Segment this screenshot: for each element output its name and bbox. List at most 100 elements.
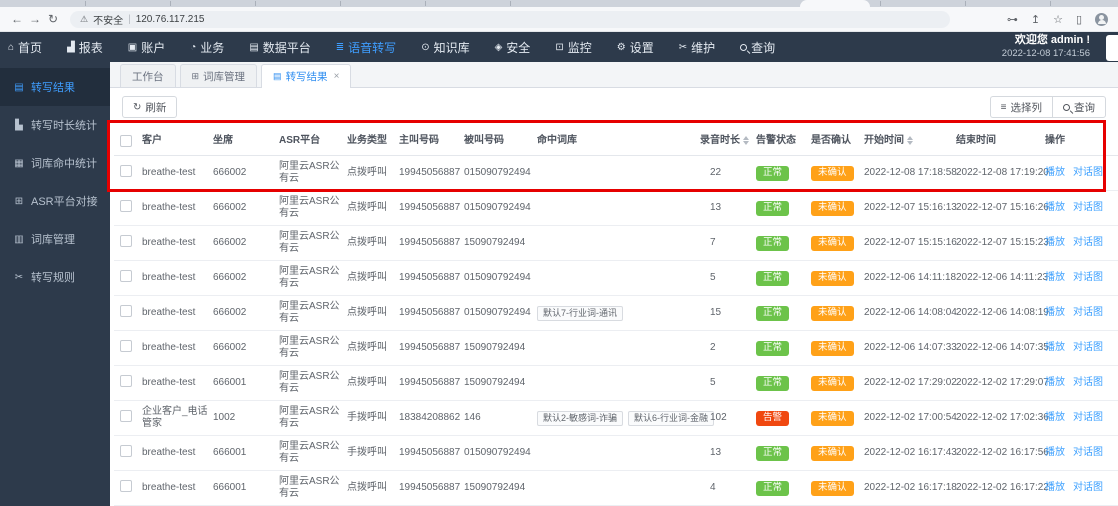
home-icon: ⌂ <box>8 41 15 53</box>
row-checkbox[interactable] <box>120 340 132 352</box>
dialog-chart-link[interactable]: 对话图 <box>1073 482 1103 493</box>
column-header: 客户 <box>142 134 162 146</box>
sidebar-item-asr-platform-connect[interactable]: ⊞ ASR平台对接 <box>0 182 110 220</box>
caller-cell: 19945056887 <box>399 342 461 353</box>
knowledge-icon: ⊙ <box>421 41 430 53</box>
column-header[interactable]: 录音时长 <box>700 135 756 147</box>
nav-item-home[interactable]: ⌂ 首页 <box>8 39 42 56</box>
sort-caret-icon[interactable] <box>743 136 749 145</box>
sidebar-item-transcribe-rule[interactable]: ✂ 转写规则 <box>0 258 110 296</box>
side-panel-icon[interactable]: ▯ <box>1076 13 1082 26</box>
column-header[interactable]: 开始时间 <box>864 135 956 147</box>
row-checkbox[interactable] <box>120 410 132 422</box>
dialog-chart-link[interactable]: 对话图 <box>1073 447 1103 458</box>
dialog-chart-link[interactable]: 对话图 <box>1073 307 1103 318</box>
nav-item-report[interactable]: ▟ 报表 <box>67 39 103 56</box>
dialog-chart-link[interactable]: 对话图 <box>1073 377 1103 388</box>
sidebar-item-transcribe-duration-stats[interactable]: ▙ 转写时长统计 <box>0 106 110 144</box>
nav-item-knowledge[interactable]: ⊙ 知识库 <box>421 39 469 56</box>
lexicon-tag: 默认2-敏感词-诈骗 <box>537 410 623 426</box>
nav-item-monitor[interactable]: ⊡ 监控 <box>555 39 591 56</box>
play-link[interactable]: 播放 <box>1045 167 1065 178</box>
play-link[interactable]: 播放 <box>1045 202 1065 213</box>
row-checkbox[interactable] <box>120 270 132 282</box>
share-icon[interactable]: ↥ <box>1031 13 1040 26</box>
sidebar-item-transcribe-result[interactable]: ▤ 转写结果 <box>0 68 110 106</box>
asr-platform-cell: 阿里云ASR公有云 <box>279 161 340 184</box>
alarm-cell: 正常 <box>756 305 811 321</box>
row-checkbox[interactable] <box>120 445 132 457</box>
lexicon-tab-icon: ⊞ <box>191 70 200 81</box>
tab-workbench[interactable]: 工作台 <box>120 64 176 87</box>
asr-platform-cell: 阿里云ASR公有云 <box>279 231 340 254</box>
row-checkbox[interactable] <box>120 375 132 387</box>
start-time-cell: 2022-12-07 15:15:16 <box>864 237 957 248</box>
actions-cell: 播放 对话图 <box>1045 447 1118 459</box>
nav-item-speech-transcribe[interactable]: ≣ 语音转写 <box>336 39 396 56</box>
content-area: 工作台 ⊞ 词库管理 ▤ 转写结果 × ↻ 刷新 ≡ 选择列 查询 客户 坐席 … <box>110 62 1118 506</box>
row-checkbox[interactable] <box>120 235 132 247</box>
callee-cell: 15090792494 <box>464 237 526 248</box>
alarm-cell: 正常 <box>756 165 811 181</box>
dialog-chart-link[interactable]: 对话图 <box>1073 412 1103 423</box>
tab-lexicon-manage[interactable]: ⊞ 词库管理 <box>179 64 258 87</box>
sidebar-item-lexicon-manage[interactable]: ▥ 词库管理 <box>0 220 110 258</box>
confirm-cell: 未确认 <box>811 235 864 251</box>
nav-item-settings[interactable]: ⚙ 设置 <box>617 39 654 56</box>
reload-icon[interactable]: ↻ <box>44 12 62 26</box>
sidebar-item-lexicon-hit-stats[interactable]: ▦ 词库命中统计 <box>0 144 110 182</box>
tab-transcribe-result[interactable]: ▤ 转写结果 × <box>261 64 352 88</box>
play-link[interactable]: 播放 <box>1045 482 1065 493</box>
url-text: 120.76.117.215 <box>135 13 205 25</box>
alarm-cell: 正常 <box>756 480 811 496</box>
confirm-badge: 未确认 <box>811 410 854 426</box>
actions-cell: 播放 对话图 <box>1045 412 1118 424</box>
play-link[interactable]: 播放 <box>1045 307 1065 318</box>
alarm-badge: 正常 <box>756 305 790 321</box>
nav-item-security[interactable]: ◈ 安全 <box>495 39 531 56</box>
dialog-chart-link[interactable]: 对话图 <box>1073 272 1103 283</box>
nav-item-maintenance[interactable]: ✂ 维护 <box>679 39 715 56</box>
select-all-checkbox[interactable] <box>120 134 132 147</box>
cutoff-panel <box>1106 35 1118 61</box>
nav-item-account[interactable]: ▣ 账户 <box>128 39 165 56</box>
play-link[interactable]: 播放 <box>1045 412 1065 423</box>
select-columns-button[interactable]: ≡ 选择列 <box>989 96 1052 118</box>
start-time-cell: 2022-12-06 14:08:04 <box>864 307 957 318</box>
nav-item-data-platform[interactable]: ▤ 数据平台 <box>249 39 310 56</box>
alarm-cell: 正常 <box>756 445 811 461</box>
address-bar[interactable]: ⚠ 不安全 | 120.76.117.215 <box>70 10 950 28</box>
nav-item-business[interactable]: ◔ 业务 <box>190 39 224 56</box>
dialog-chart-link[interactable]: 对话图 <box>1073 167 1103 178</box>
alarm-badge: 正常 <box>756 375 790 391</box>
dialog-chart-link[interactable]: 对话图 <box>1073 237 1103 248</box>
confirm-cell: 未确认 <box>811 375 864 391</box>
dialog-chart-link[interactable]: 对话图 <box>1073 342 1103 353</box>
play-link[interactable]: 播放 <box>1045 272 1065 283</box>
table-tools: ≡ 选择列 查询 <box>989 96 1106 118</box>
play-link[interactable]: 播放 <box>1045 377 1065 388</box>
play-link[interactable]: 播放 <box>1045 237 1065 248</box>
row-checkbox[interactable] <box>120 480 132 492</box>
table-row: breathe-test 666001 阿里云ASR公有云 点拨呼叫 199450568… <box>114 471 1118 506</box>
actions-cell: 播放 对话图 <box>1045 342 1118 354</box>
end-time-cell: 2022-12-02 17:29:07 <box>956 377 1049 388</box>
nav-item-query[interactable]: 查询 <box>740 39 775 56</box>
back-icon[interactable]: ← <box>8 12 26 26</box>
key-icon[interactable]: ⊶ <box>1007 13 1018 26</box>
refresh-button[interactable]: ↻ 刷新 <box>122 96 178 118</box>
row-checkbox[interactable] <box>120 165 132 177</box>
row-checkbox[interactable] <box>120 305 132 317</box>
dialog-chart-link[interactable]: 对话图 <box>1073 202 1103 213</box>
column-header: 命中词库 <box>537 134 577 146</box>
close-icon[interactable]: × <box>334 71 340 82</box>
play-link[interactable]: 播放 <box>1045 447 1065 458</box>
row-checkbox[interactable] <box>120 200 132 212</box>
forward-icon[interactable]: → <box>26 12 44 26</box>
play-link[interactable]: 播放 <box>1045 342 1065 353</box>
query-button[interactable]: 查询 <box>1052 96 1106 118</box>
sort-caret-icon[interactable] <box>907 136 913 145</box>
profile-avatar[interactable] <box>1095 12 1108 26</box>
bookmark-star-icon[interactable]: ☆ <box>1053 13 1063 26</box>
browser-active-tab[interactable] <box>800 0 870 7</box>
